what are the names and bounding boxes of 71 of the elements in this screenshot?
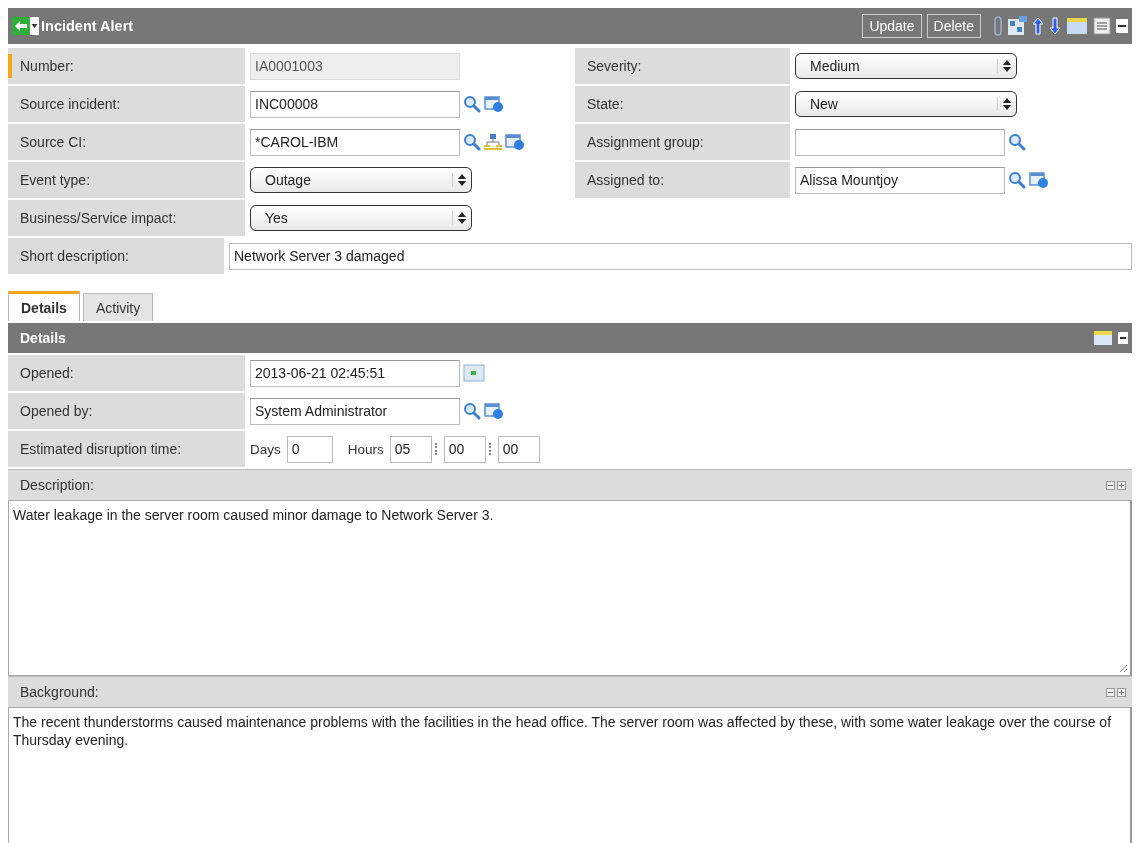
input-field[interactable]: Network Server 3 damaged xyxy=(229,242,1132,270)
header-button[interactable]: Delete xyxy=(926,14,981,38)
window-badge-icon[interactable] xyxy=(484,95,504,113)
hours-label: Hours xyxy=(347,441,384,457)
window-badge-icon[interactable] xyxy=(484,402,504,420)
search-icon[interactable] xyxy=(463,95,481,113)
calendar-icon[interactable] xyxy=(463,364,485,382)
field-label: Source incident: xyxy=(8,86,245,122)
select-dropdown[interactable]: New xyxy=(794,91,1017,117)
header-button[interactable]: Update xyxy=(862,14,922,38)
select-dropdown[interactable]: Outage xyxy=(250,167,472,193)
select-dropdown[interactable]: Yes xyxy=(250,205,472,231)
field-label: Opened by: xyxy=(8,393,245,429)
tab[interactable]: Activity xyxy=(82,293,154,321)
search-icon[interactable] xyxy=(463,133,481,151)
days-field[interactable]: 0 xyxy=(286,435,333,463)
text-area[interactable]: The recent thunderstorms caused maintenance problems with the facilities in the head office. The server room was affected by these, with some water leakage over the course of Thursday evening. xyxy=(8,707,1132,843)
updown-icon xyxy=(1001,97,1012,111)
input-field[interactable]: INC00008 xyxy=(250,90,460,118)
field-label: Assigned to: xyxy=(574,162,790,198)
input-field: IA0001003 xyxy=(250,52,460,80)
section-label: Description: xyxy=(20,477,95,493)
down-arrow-icon[interactable] xyxy=(1049,17,1061,35)
expand-icon[interactable] xyxy=(1117,687,1126,697)
list-icon[interactable] xyxy=(1093,17,1111,35)
collapse-icon[interactable] xyxy=(1106,480,1115,490)
expand-icon[interactable] xyxy=(1117,480,1126,490)
window-badge-icon[interactable] xyxy=(505,133,525,151)
days-label: Days xyxy=(250,441,281,457)
section-label: Background: xyxy=(20,684,100,700)
window-badge-icon[interactable] xyxy=(1028,171,1049,189)
window-icon[interactable] xyxy=(1066,17,1088,35)
minus-icon[interactable] xyxy=(1116,19,1128,33)
seconds-field[interactable]: 00 xyxy=(497,435,540,463)
input-field[interactable]: 2013-06-21 02:45:51 xyxy=(250,359,460,387)
field-label: Business/Service impact: xyxy=(8,200,245,236)
field-label: Event type: xyxy=(8,162,245,198)
minutes-field[interactable]: 00 xyxy=(443,435,486,463)
text-area[interactable]: Water leakage in the server room caused minor damage to Network Server 3. xyxy=(8,500,1132,676)
hours-field[interactable]: 05 xyxy=(389,435,432,463)
hierarchy-icon[interactable] xyxy=(484,133,502,151)
updown-icon xyxy=(457,173,467,187)
field-label: Estimated disruption time: xyxy=(8,431,245,467)
select-dropdown[interactable]: Medium xyxy=(794,53,1017,79)
tab[interactable]: Details xyxy=(8,291,80,321)
minus-icon[interactable] xyxy=(1118,332,1128,344)
window-icon[interactable] xyxy=(1093,330,1113,346)
input-field[interactable]: Alissa Mountjoy xyxy=(794,166,1005,194)
collapse-icon[interactable] xyxy=(1106,687,1115,697)
search-icon[interactable] xyxy=(463,402,481,420)
caret-icon[interactable] xyxy=(30,17,39,35)
section-title: Details xyxy=(20,330,67,346)
field-label: Source CI: xyxy=(8,124,245,160)
up-arrow-icon[interactable] xyxy=(1032,17,1044,35)
grid-icon[interactable] xyxy=(1007,16,1027,36)
form-title: Incident Alert xyxy=(41,18,135,34)
search-icon[interactable] xyxy=(1007,171,1026,189)
field-label: Short description: xyxy=(8,238,224,274)
paperclip-icon[interactable] xyxy=(994,16,1002,36)
updown-icon xyxy=(1001,59,1012,73)
search-icon[interactable] xyxy=(1007,133,1026,151)
field-label: Opened: xyxy=(8,355,245,391)
field-label: State: xyxy=(574,86,790,122)
input-field[interactable]: *CAROL-IBM xyxy=(250,128,460,156)
updown-icon xyxy=(457,211,467,225)
field-label: Assignment group: xyxy=(574,124,790,160)
field-label: Number: xyxy=(20,58,74,74)
resize-grip-icon[interactable] xyxy=(1118,663,1128,673)
field-label: Severity: xyxy=(574,48,790,84)
input-field[interactable] xyxy=(794,128,1005,156)
input-field[interactable]: System Administrator xyxy=(250,397,460,425)
